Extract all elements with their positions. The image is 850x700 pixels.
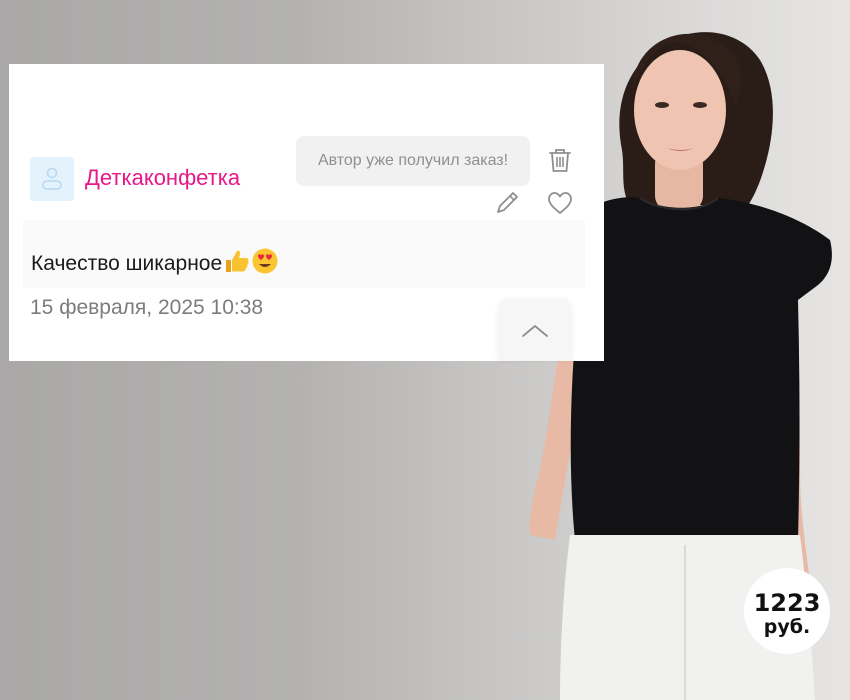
trash-icon[interactable] (545, 145, 575, 175)
heart-icon[interactable] (545, 188, 575, 218)
review-card: Деткаконфетка Автор уже получил заказ! К… (9, 64, 604, 361)
review-author-name[interactable]: Деткаконфетка (85, 165, 240, 191)
review-text-line: Качество шикарное (31, 248, 279, 280)
order-received-notice: Автор уже получил заказ! (296, 136, 530, 186)
scroll-to-top-button[interactable] (498, 300, 572, 361)
review-date: 15 февраля, 2025 10:38 (30, 296, 264, 319)
chevron-up-icon (522, 325, 548, 337)
heart-eyes-emoji (251, 248, 279, 280)
price-currency: руб. (763, 616, 811, 638)
review-text: Качество шикарное (31, 252, 223, 275)
price-value: 1223 (753, 589, 821, 617)
pencil-icon[interactable] (492, 188, 522, 218)
price-badge: 1223 руб. (744, 568, 830, 654)
user-avatar-icon[interactable] (30, 157, 74, 201)
thumbs-up-emoji (223, 248, 250, 280)
